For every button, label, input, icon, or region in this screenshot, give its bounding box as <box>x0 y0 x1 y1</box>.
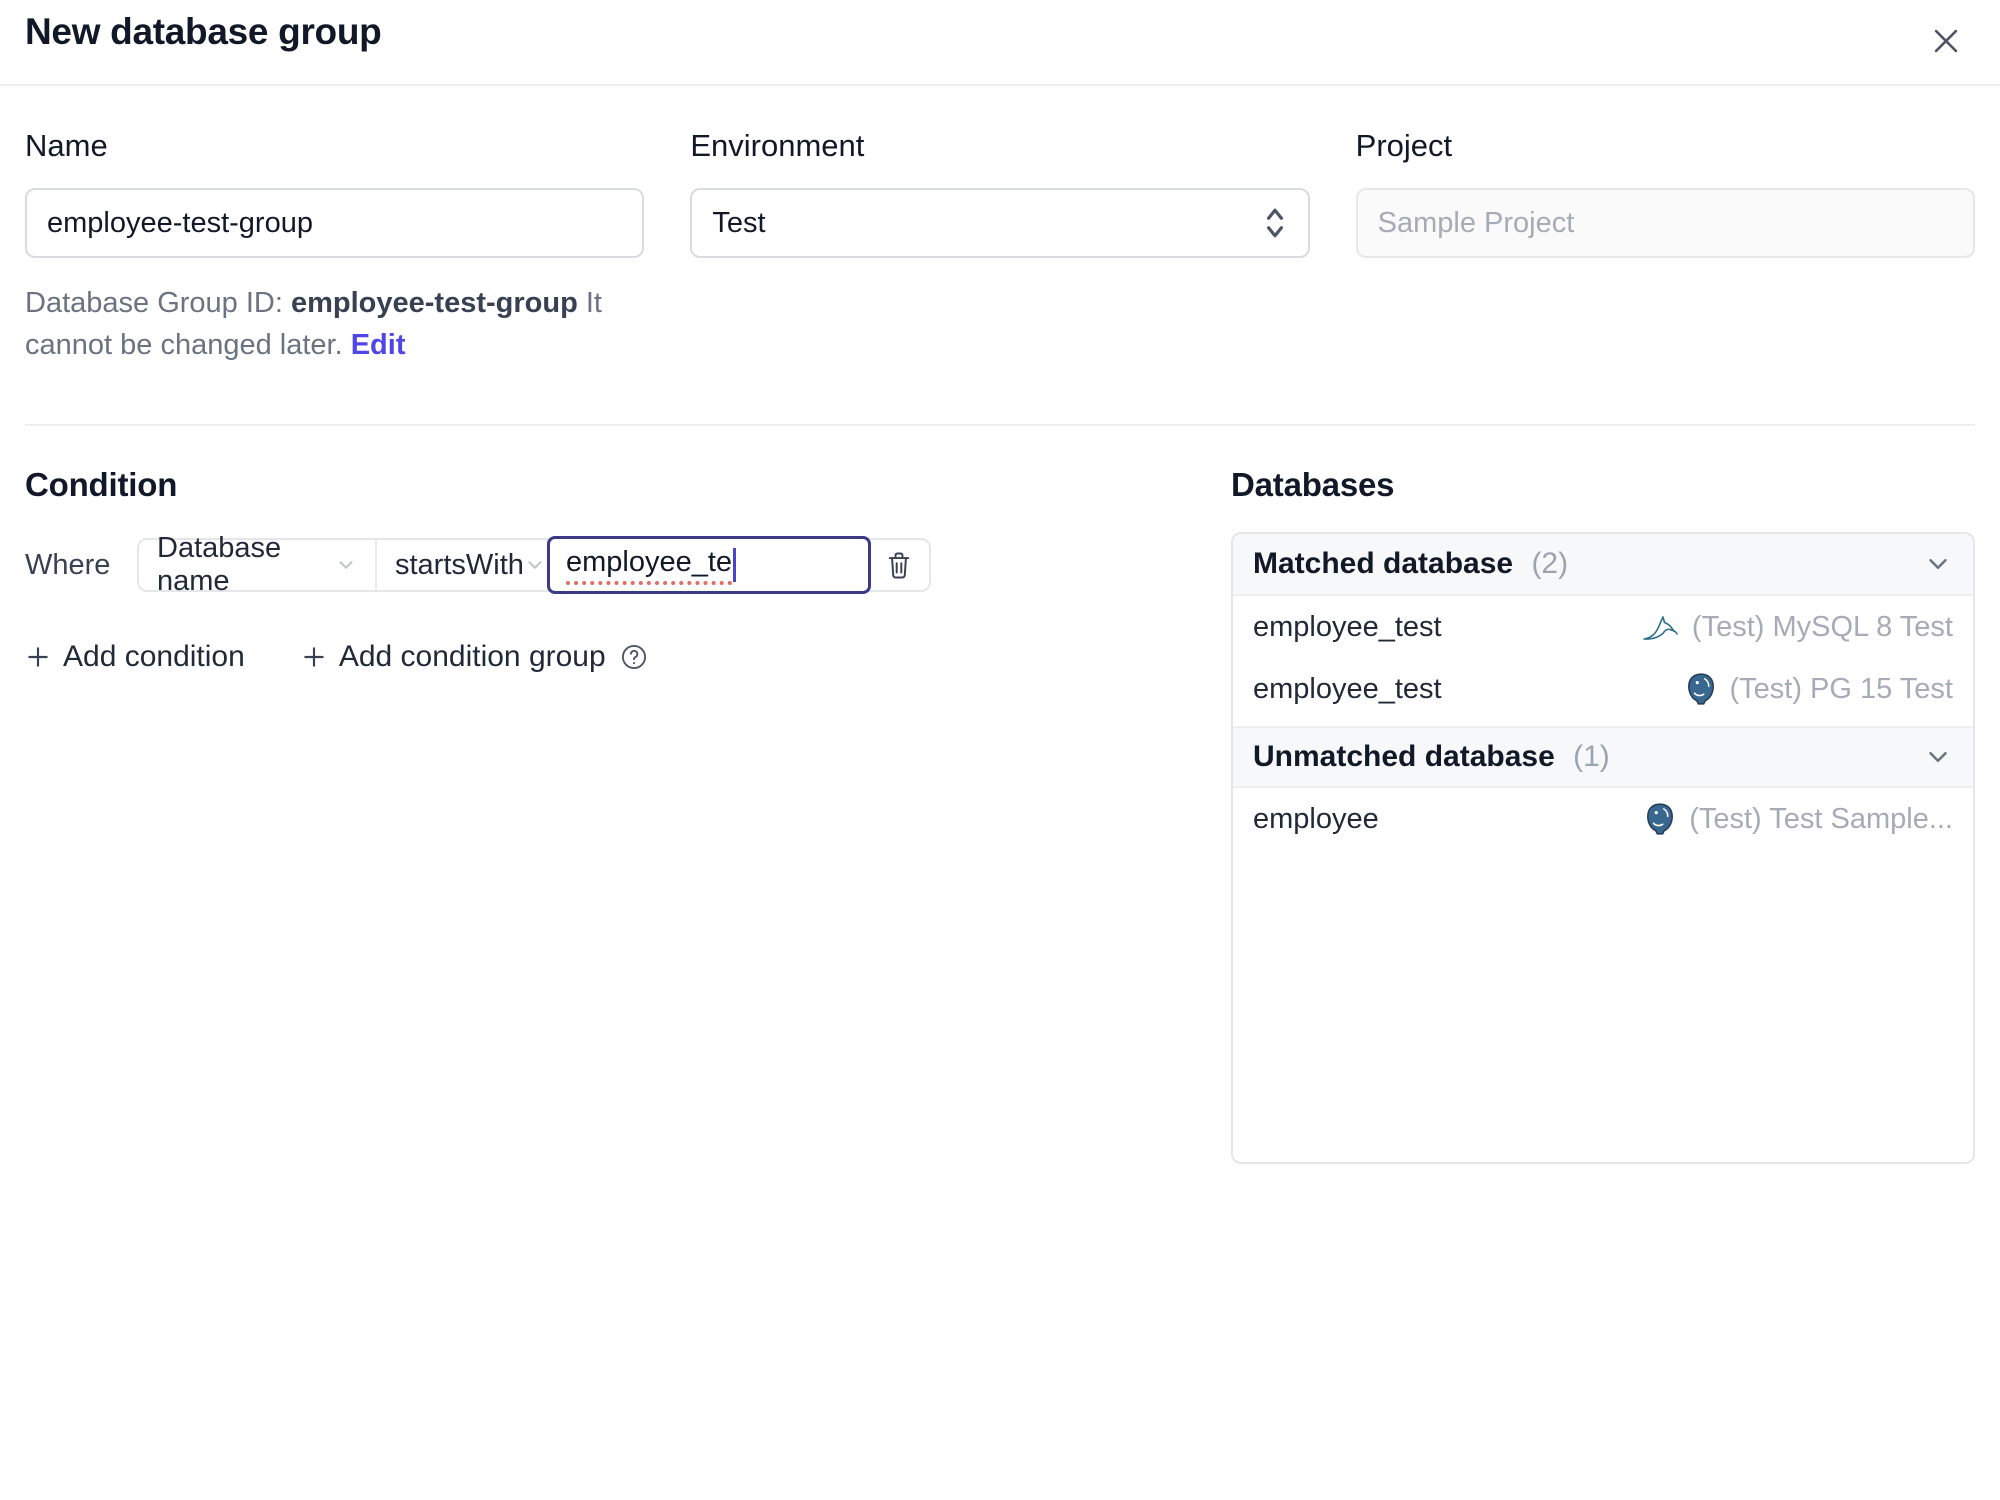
chevron-down-icon <box>1923 549 1953 579</box>
environment-field-group: Environment Test <box>690 128 1310 366</box>
condition-actions: Add condition Add condition group <box>25 640 1181 674</box>
group-form: Name Database Group ID: employee-test-gr… <box>0 86 2000 366</box>
environment-label: Environment <box>690 128 865 163</box>
group-id-note-prefix: Database Group ID: <box>25 287 291 319</box>
trash-icon <box>885 550 913 580</box>
matched-database-title: Matched database (2) <box>1253 547 1568 581</box>
condition-heading: Condition <box>25 466 178 504</box>
add-condition-group-button[interactable]: Add condition group <box>301 640 648 674</box>
database-instance: (Test) MySQL 8 Test <box>1640 611 1953 644</box>
add-condition-group-label: Add condition group <box>338 640 606 674</box>
group-id-note: Database Group ID: employee-test-group I… <box>25 282 644 366</box>
group-id-value: employee-test-group <box>290 287 578 319</box>
project-field-group: Project <box>1355 128 1975 366</box>
database-instance-label: (Test) PG 15 Test <box>1729 672 1954 705</box>
database-name: employee <box>1253 802 1379 835</box>
matched-database-row[interactable]: employee_test (Test) MySQL 8 Test <box>1233 596 1973 658</box>
where-label: Where <box>25 548 111 581</box>
databases-panel: Matched database (2) employee_test (Test… <box>1231 532 1975 1165</box>
dialog-title: New database group <box>25 11 382 52</box>
environment-select[interactable]: Test <box>690 188 1310 258</box>
matched-database-title-text: Matched database <box>1253 547 1514 581</box>
condition-value-input[interactable]: employee_te <box>547 536 871 595</box>
condition-operator-select[interactable]: startsWith <box>377 540 549 591</box>
close-button[interactable] <box>1925 20 1967 62</box>
unmatched-database-title: Unmatched database (1) <box>1253 740 1610 774</box>
unmatched-database-count: (1) <box>1573 740 1610 774</box>
add-condition-label: Add condition <box>63 640 245 674</box>
unmatched-database-row[interactable]: employee (Test) Test Sample... <box>1233 788 1973 850</box>
condition-operator-value: startsWith <box>395 548 524 581</box>
chevron-down-icon <box>524 554 546 576</box>
database-instance-label: (Test) MySQL 8 Test <box>1691 610 1953 643</box>
databases-section: Databases Matched database (2) employee_… <box>1231 466 1975 1165</box>
add-condition-button[interactable]: Add condition <box>25 640 245 674</box>
edit-id-link[interactable]: Edit <box>351 329 406 361</box>
text-cursor <box>733 548 737 583</box>
chevron-down-icon <box>1923 742 1953 772</box>
database-instance: (Test) PG 15 Test <box>1684 672 1954 706</box>
matched-database-row[interactable]: employee_test (Test) PG 15 Test <box>1233 658 1973 720</box>
delete-condition-button[interactable] <box>869 540 929 590</box>
matched-database-header[interactable]: Matched database (2) <box>1233 534 1973 597</box>
close-icon <box>1929 24 1963 58</box>
unmatched-database-title-text: Unmatched database <box>1253 740 1555 774</box>
plus-icon <box>25 644 51 670</box>
postgres-icon <box>1684 672 1718 706</box>
new-database-group-dialog: New database group Name Database Group I… <box>0 0 2000 1500</box>
condition-expression-group: Database name startsWith employee_te <box>137 532 931 597</box>
condition-field-select[interactable]: Database name <box>139 532 377 597</box>
condition-row: Where Database name startsWith employee_… <box>25 532 1181 597</box>
chevron-down-icon <box>335 554 357 576</box>
database-instance-label: (Test) Test Sample... <box>1689 802 1953 835</box>
environment-selected-value: Test <box>712 206 766 239</box>
dialog-header: New database group <box>0 0 2000 86</box>
postgres-icon <box>1643 802 1677 836</box>
project-input <box>1355 188 1975 258</box>
database-instance: (Test) Test Sample... <box>1643 802 1953 836</box>
help-icon <box>620 643 648 671</box>
name-label: Name <box>25 128 108 163</box>
plus-icon <box>301 644 327 670</box>
condition-field-value: Database name <box>157 532 282 598</box>
database-name: employee_test <box>1253 610 1442 643</box>
select-updown-icon <box>1262 207 1288 239</box>
unmatched-database-header[interactable]: Unmatched database (1) <box>1233 726 1973 789</box>
condition-value-text: employee_te <box>566 546 733 585</box>
condition-section: Condition Where Database name startsWith <box>25 466 1181 674</box>
database-name: employee_test <box>1253 672 1442 705</box>
mysql-icon <box>1640 611 1680 643</box>
matched-database-count: (2) <box>1531 547 1569 581</box>
name-field-group: Name Database Group ID: employee-test-gr… <box>25 128 645 366</box>
name-input[interactable] <box>25 188 645 258</box>
main-content: Condition Where Database name startsWith <box>0 426 2000 1165</box>
databases-heading: Databases <box>1231 466 1395 504</box>
project-label: Project <box>1355 128 1453 163</box>
